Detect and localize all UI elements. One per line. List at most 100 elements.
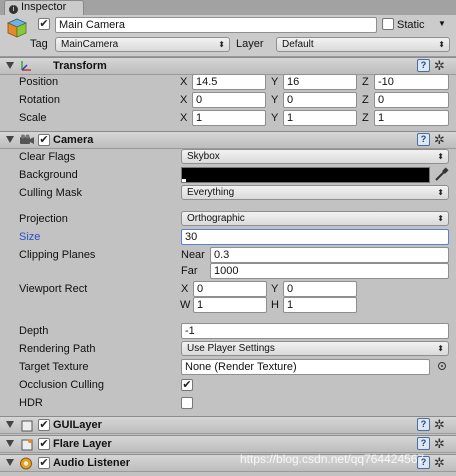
guilayer-enabled-checkbox[interactable]: ✔ [38, 419, 50, 431]
target-texture-field[interactable]: None (Render Texture) [181, 359, 430, 375]
scale-x-input[interactable]: 1 [192, 110, 266, 126]
scale-z-input[interactable]: 1 [374, 110, 449, 126]
axis-x-label[interactable]: X [180, 93, 187, 107]
gear-icon[interactable]: ✲ [434, 436, 445, 451]
background-label: Background [19, 169, 78, 181]
tab-inspector[interactable]: i Inspector [4, 0, 84, 15]
camera-header[interactable]: ✔ Camera ? ✲ [0, 131, 456, 149]
rotation-x-input[interactable]: 0 [192, 92, 266, 108]
vp-y-label[interactable]: Y [271, 282, 278, 296]
axis-y-label[interactable]: Y [271, 111, 278, 125]
help-icon[interactable]: ? [417, 418, 430, 431]
size-input[interactable]: 30 [181, 229, 449, 245]
axis-x-label[interactable]: X [180, 111, 187, 125]
dropdown-arrow-icon: ⬍ [437, 214, 444, 223]
audiolistener-title: Audio Listener [53, 457, 131, 469]
layer-dropdown[interactable]: Default ⬍ [276, 37, 450, 52]
axis-z-label[interactable]: Z [362, 111, 369, 125]
position-y-input[interactable]: 16 [283, 74, 357, 90]
picker-dot [441, 365, 443, 367]
occlusion-culling-checkbox[interactable]: ✔ [181, 379, 193, 391]
static-checkbox[interactable] [382, 18, 394, 30]
flarelayer-title: Flare Layer [53, 438, 112, 450]
gear-icon[interactable]: ✲ [434, 132, 445, 147]
depth-input[interactable]: -1 [181, 323, 449, 339]
foldout-arrow-icon[interactable] [6, 440, 14, 447]
scale-y-input[interactable]: 1 [283, 110, 357, 126]
transform-title: Transform [53, 60, 107, 72]
background-color-swatch[interactable] [181, 167, 430, 183]
help-icon[interactable]: ? [417, 437, 430, 450]
viewport-rect-label: Viewport Rect [19, 283, 88, 295]
flarelayer-header[interactable]: ✔ Flare Layer ? ✲ [0, 435, 456, 453]
position-z-input[interactable]: -10 [374, 74, 449, 90]
guilayer-header[interactable]: ✔ GUILayer ? ✲ [0, 416, 456, 434]
depth-label: Depth [19, 325, 49, 337]
axis-z-label[interactable]: Z [362, 93, 369, 107]
viewport-w-input[interactable]: 1 [193, 297, 267, 313]
axis-z-label[interactable]: Z [362, 75, 369, 89]
flarelayer-enabled-checkbox[interactable]: ✔ [38, 438, 50, 450]
foldout-arrow-icon[interactable] [6, 136, 14, 143]
tag-label: Tag [30, 38, 48, 50]
projection-label: Projection [19, 213, 68, 225]
viewport-x-input[interactable]: 0 [193, 281, 267, 297]
eyedropper-icon[interactable] [434, 167, 449, 182]
rotation-z-input[interactable]: 0 [374, 92, 449, 108]
guilayer-title: GUILayer [53, 419, 102, 431]
dropdown-arrow-icon: ⬍ [437, 152, 444, 161]
clear-flags-label: Clear Flags [19, 151, 76, 163]
culling-mask-label: Culling Mask [19, 187, 82, 199]
scale-label: Scale [19, 112, 47, 124]
axis-y-label[interactable]: Y [271, 75, 278, 89]
axis-y-label[interactable]: Y [271, 93, 278, 107]
transform-header[interactable]: Transform ? ✲ [0, 57, 456, 75]
rotation-label: Rotation [19, 94, 60, 106]
static-dropdown-arrow-icon[interactable]: ▼ [438, 19, 446, 28]
occlusion-culling-label: Occlusion Culling [19, 379, 104, 391]
gear-icon[interactable]: ✲ [434, 58, 445, 73]
tab-label: Inspector [21, 1, 67, 13]
vp-h-label[interactable]: H [271, 298, 279, 312]
foldout-arrow-icon[interactable] [6, 421, 14, 428]
vp-w-label[interactable]: W [180, 298, 190, 312]
gameobject-header: ✔ Main Camera Static ▼ Tag MainCamera ⬍ … [0, 15, 456, 57]
culling-mask-dropdown[interactable]: Everything ⬍ [181, 185, 449, 200]
rendering-path-dropdown[interactable]: Use Player Settings ⬍ [181, 341, 449, 356]
clear-flags-value: Skybox [187, 151, 220, 162]
static-label: Static [397, 19, 425, 31]
layer-label: Layer [236, 38, 264, 50]
viewport-y-input[interactable]: 0 [283, 281, 357, 297]
axis-x-label[interactable]: X [180, 75, 187, 89]
far-input[interactable]: 1000 [210, 263, 449, 279]
gear-icon[interactable]: ✲ [434, 417, 445, 432]
foldout-arrow-icon[interactable] [6, 62, 14, 69]
audiolistener-enabled-checkbox[interactable]: ✔ [38, 457, 50, 469]
camera-icon [20, 134, 34, 144]
projection-dropdown[interactable]: Orthographic ⬍ [181, 211, 449, 226]
foldout-arrow-icon[interactable] [6, 459, 14, 466]
object-picker-icon[interactable] [438, 362, 446, 370]
gameobject-cube-icon [7, 18, 27, 38]
position-x-input[interactable]: 14.5 [192, 74, 266, 90]
tag-dropdown[interactable]: MainCamera ⬍ [55, 37, 230, 52]
projection-value: Orthographic [187, 213, 245, 224]
culling-mask-value: Everything [187, 187, 235, 198]
transform-axes-icon [21, 61, 31, 71]
rotation-y-input[interactable]: 0 [283, 92, 357, 108]
clear-flags-dropdown[interactable]: Skybox ⬍ [181, 149, 449, 164]
dropdown-arrow-icon: ⬍ [437, 344, 444, 353]
info-icon: i [9, 5, 18, 14]
viewport-h-input[interactable]: 1 [283, 297, 357, 313]
help-icon[interactable]: ? [417, 133, 430, 146]
camera-enabled-checkbox[interactable]: ✔ [38, 134, 50, 146]
hdr-checkbox[interactable] [181, 397, 193, 409]
guilayer-icon [21, 420, 33, 432]
near-input[interactable]: 0.3 [210, 247, 449, 263]
gear-icon[interactable]: ✲ [434, 455, 445, 470]
help-icon[interactable]: ? [417, 59, 430, 72]
position-label: Position [19, 76, 59, 88]
active-checkbox[interactable]: ✔ [38, 18, 50, 30]
gameobject-name-input[interactable]: Main Camera [55, 17, 377, 33]
vp-x-label[interactable]: X [181, 282, 188, 296]
